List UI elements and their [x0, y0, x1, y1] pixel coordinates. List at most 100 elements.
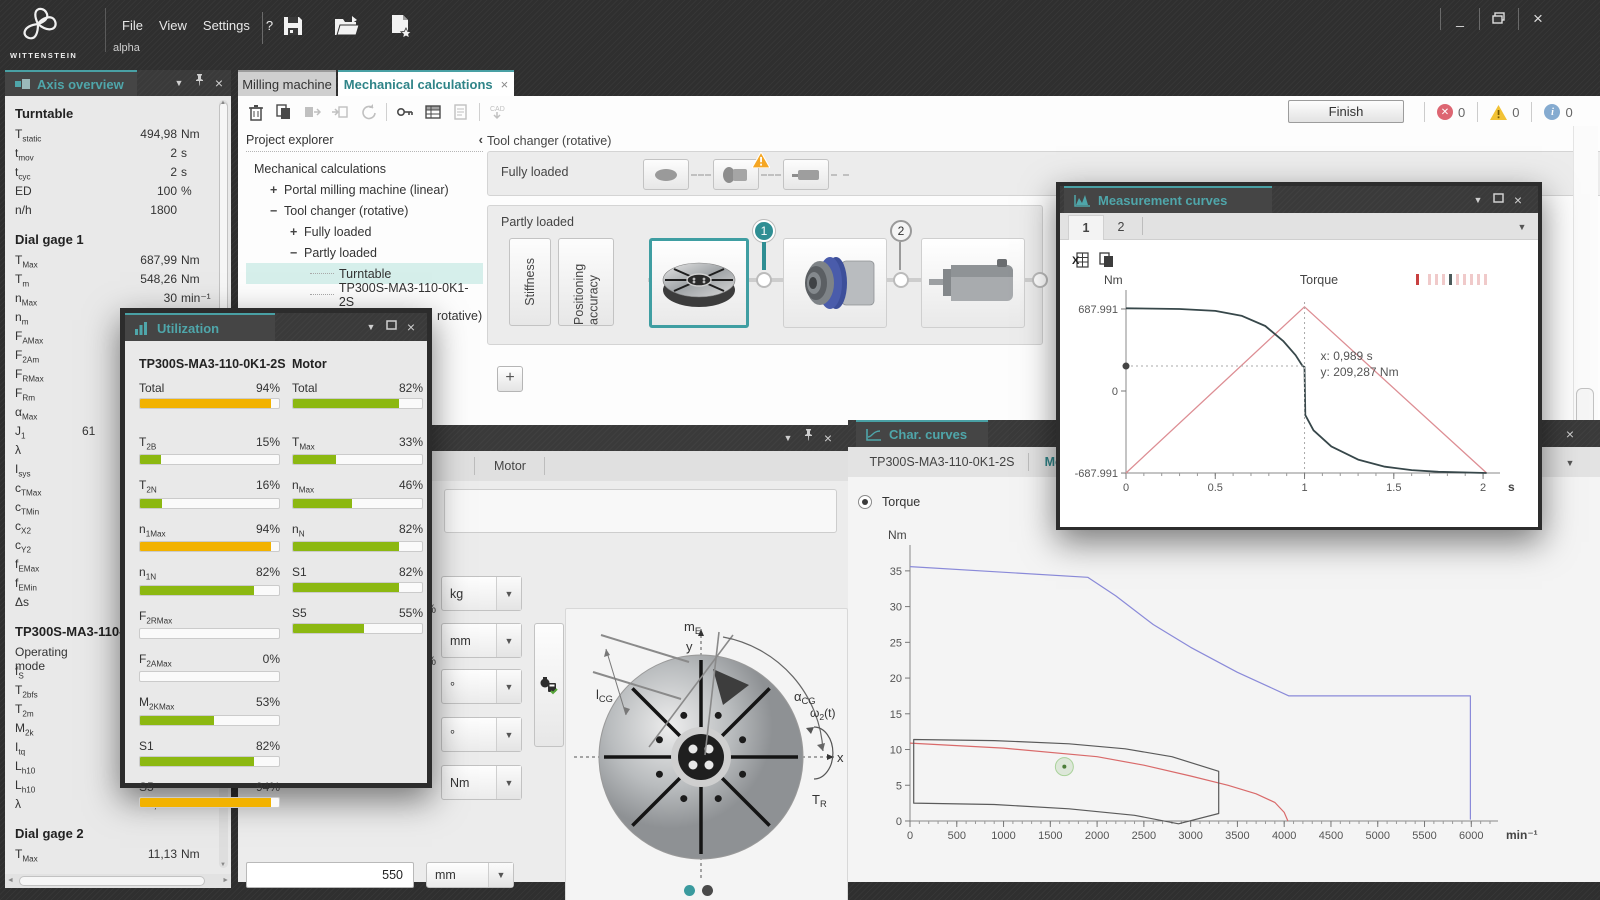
connection-node-3[interactable]: [1032, 272, 1048, 288]
copy-icon[interactable]: [1099, 252, 1114, 268]
panel-menu-icon[interactable]: ▼: [778, 426, 798, 450]
tree-item[interactable]: −Tool changer (rotative): [246, 200, 483, 221]
unit-dropdown[interactable]: °▼: [441, 717, 522, 752]
collapse-explorer-icon[interactable]: ‹: [479, 132, 483, 147]
section-field[interactable]: [444, 489, 837, 533]
partly-loaded-group: Partly loaded Stiffness Positioning accu…: [487, 205, 1043, 345]
tab-motor[interactable]: Motor: [478, 451, 542, 481]
pin-icon[interactable]: [189, 71, 209, 95]
mini-turntable-button[interactable]: [643, 159, 689, 190]
info-badge[interactable]: i 0: [1544, 104, 1572, 120]
tree-item[interactable]: Mechanical calculations: [246, 158, 483, 179]
tab-mechanical-calculations[interactable]: Mechanical calculations ×: [338, 70, 514, 96]
tree-item[interactable]: TP300S-MA3-110-0K1-2S: [246, 284, 483, 305]
new-project-icon[interactable]: [388, 13, 414, 39]
table-icon[interactable]: [423, 102, 443, 122]
curve-tab-1[interactable]: 1: [1068, 215, 1104, 240]
close-panel-icon[interactable]: ×: [818, 426, 838, 450]
utilization-bar-row: S555%: [292, 606, 423, 634]
torque-radio[interactable]: [858, 495, 872, 509]
mass-calculator-button[interactable]: [534, 623, 564, 747]
axis-row-label: F2Am: [15, 348, 82, 364]
connection-balloon-1[interactable]: 1: [753, 220, 775, 242]
svg-text:4000: 4000: [1272, 830, 1296, 842]
unit-dropdown[interactable]: °▼: [441, 669, 522, 704]
diameter-input[interactable]: 550: [246, 862, 414, 888]
menu-view[interactable]: View: [151, 14, 195, 37]
maximize-icon[interactable]: [1488, 188, 1508, 212]
component-motor[interactable]: [921, 238, 1025, 328]
positioning-accuracy-button[interactable]: Positioning accuracy: [558, 238, 614, 326]
tab-list-icon[interactable]: ▼: [1560, 451, 1580, 475]
close-panel-icon[interactable]: ×: [1508, 188, 1528, 212]
close-window-button[interactable]: ×: [1525, 9, 1551, 29]
tab-gearbox-model[interactable]: TP300S-MA3-110-0K1-2S: [862, 447, 1022, 477]
diameter-unit-dropdown[interactable]: mm ▼: [426, 862, 514, 888]
measurement-chart[interactable]: 00.511.52687.9910-687.991NmsTorquex: 0,9…: [1060, 268, 1538, 508]
menu-settings[interactable]: Settings: [195, 14, 258, 37]
utilization-bar: [139, 628, 280, 639]
curve-tab-2[interactable]: 2: [1106, 215, 1136, 239]
utilization-bar-row: nN82%: [292, 522, 423, 552]
delete-icon[interactable]: [246, 102, 266, 122]
restore-button[interactable]: [1486, 11, 1512, 27]
connection-node-2[interactable]: [893, 272, 909, 288]
tree-item[interactable]: −Partly loaded: [246, 242, 483, 263]
char-curves-tab[interactable]: Char. curves: [856, 420, 988, 447]
stiffness-button[interactable]: Stiffness: [509, 238, 551, 326]
component-turntable[interactable]: [649, 238, 749, 328]
close-panel-icon[interactable]: ×: [209, 71, 229, 95]
add-component-button[interactable]: +: [497, 366, 523, 392]
component-gearbox[interactable]: [783, 238, 887, 328]
utilization-tab[interactable]: Utilization: [125, 313, 275, 341]
menu-bar: File View Settings ?: [114, 14, 281, 37]
unit-dropdown[interactable]: Nm▼: [441, 765, 522, 800]
svg-text:3500: 3500: [1225, 830, 1249, 842]
excel-export-icon[interactable]: X: [1072, 252, 1089, 268]
tab-list-icon[interactable]: ▼: [1512, 215, 1532, 239]
finish-button[interactable]: Finish: [1288, 100, 1404, 123]
axis-row-unit: %: [177, 184, 215, 198]
unit-dropdown[interactable]: mm▼: [441, 623, 522, 658]
connection-balloon-2[interactable]: 2: [890, 220, 912, 242]
tab-milling-machine[interactable]: Milling machine: [238, 70, 336, 96]
tree-item[interactable]: +Portal milling machine (linear): [246, 179, 483, 200]
axis-overview-tab[interactable]: Axis overview: [5, 70, 137, 96]
axis-row-label: λ: [15, 797, 82, 811]
minimize-button[interactable]: _: [1447, 11, 1473, 27]
svg-text:500: 500: [948, 830, 966, 842]
close-panel-icon[interactable]: ×: [1560, 422, 1580, 446]
axis-row-value: 687,99: [82, 253, 177, 267]
key-icon[interactable]: [395, 102, 415, 122]
connection-node-1[interactable]: [756, 272, 772, 288]
error-badge[interactable]: ✕ 0: [1437, 104, 1465, 120]
utilization-bar-row: S594%: [139, 780, 280, 808]
menu-file[interactable]: File: [114, 14, 151, 37]
svg-text:x: x: [837, 750, 844, 765]
panel-menu-icon[interactable]: ▼: [169, 71, 189, 95]
chevron-down-icon: ▼: [496, 577, 521, 610]
warning-badge[interactable]: 0: [1490, 105, 1519, 120]
panel-menu-icon[interactable]: ▼: [361, 315, 381, 339]
unit-dropdown[interactable]: kg▼: [441, 576, 522, 611]
pin-icon[interactable]: [798, 426, 818, 450]
utilization-bar-row: TMax33%: [292, 435, 423, 465]
tree-item[interactable]: +Fully loaded: [246, 221, 483, 242]
info-icon: i: [1544, 104, 1560, 120]
char-curves-chart[interactable]: 0500100015002000250030003500400045005000…: [850, 523, 1598, 881]
maximize-icon[interactable]: [381, 315, 401, 339]
series-limit-curve: [1126, 308, 1487, 473]
tool-changer-title: Tool changer (rotative): [487, 134, 611, 148]
close-panel-icon[interactable]: ×: [401, 315, 421, 339]
open-project-icon[interactable]: [333, 13, 361, 39]
mini-motor-button[interactable]: [783, 159, 829, 190]
save-icon[interactable]: [280, 13, 306, 39]
main-v-scrollbar[interactable]: [1573, 126, 1598, 422]
close-tab-icon[interactable]: ×: [501, 77, 509, 92]
panel-menu-icon[interactable]: ▼: [1468, 188, 1488, 212]
axis-h-scrollbar[interactable]: ◄ ►: [5, 874, 231, 888]
measurement-curves-tab[interactable]: Measurement curves: [1064, 186, 1272, 213]
axis-row-label: ED: [15, 184, 82, 198]
utilization-bar-row: F2RMax: [139, 609, 280, 639]
copy-icon[interactable]: [274, 102, 294, 122]
